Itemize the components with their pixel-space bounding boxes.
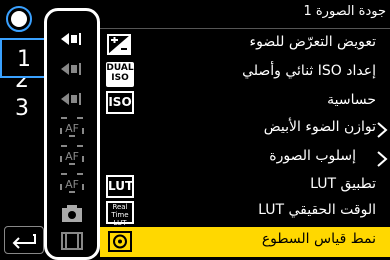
menu-item-white-balance[interactable]: توازن الضوء الأبيض xyxy=(100,115,390,144)
realtime-lut-icon-label: Real Time LUT xyxy=(111,203,129,227)
page-title: جودة الصورة xyxy=(315,4,386,19)
tab-3[interactable]: 3 xyxy=(0,92,44,126)
icon-column: AF AF AF xyxy=(44,8,100,260)
chevron-right-icon xyxy=(377,151,388,167)
menu-item-exposure-comp[interactable]: تعويض التعرّض للضوء xyxy=(100,30,390,59)
menu-item-label: تطبيق LUT xyxy=(310,176,376,192)
menu-item-realtime-lut[interactable]: Real Time LUT الوقت الحقيقي LUT xyxy=(100,198,390,227)
tab-1[interactable]: 1 xyxy=(0,38,46,78)
camera-icon xyxy=(62,205,82,222)
af-icon: AF xyxy=(60,145,84,165)
page-number: 1 xyxy=(303,4,312,19)
menu-item-lut[interactable]: LUT تطبيق LUT xyxy=(100,172,390,201)
menu-item-label: إعداد ISO ثنائي وأصلي xyxy=(242,63,376,79)
tab-rail: 1 2 3 xyxy=(0,0,48,260)
menu-item-dual-iso[interactable]: DUAL ISO إعداد ISO ثنائي وأصلي xyxy=(100,59,390,88)
svg-text:AF: AF xyxy=(65,150,79,163)
metering-icon xyxy=(108,231,132,252)
menu-item-label: حساسية xyxy=(327,92,376,108)
back-button[interactable] xyxy=(4,226,44,254)
exposure-2-icon xyxy=(61,63,81,75)
menu-header: 1 جودة الصورة xyxy=(303,4,386,26)
af-icon: AF xyxy=(60,173,84,193)
menu-item-label: نمط قياس السطوع xyxy=(261,231,376,247)
svg-text:AF: AF xyxy=(65,122,79,135)
camera-mode-icon[interactable] xyxy=(4,4,34,34)
return-icon xyxy=(12,234,36,249)
realtime-lut-icon: Real Time LUT xyxy=(106,201,134,227)
menu-item-iso[interactable]: ISO حساسية xyxy=(100,88,390,117)
chevron-right-icon xyxy=(377,122,388,138)
menu-item-label: الوقت الحقيقي LUT xyxy=(258,202,376,218)
exposure-1-icon xyxy=(61,33,81,45)
menu-item-picture-style[interactable]: إسلوب الصورة xyxy=(100,144,390,173)
exposure-comp-icon xyxy=(107,34,131,55)
menu-item-label: توازن الضوء الأبيض xyxy=(263,119,376,135)
exposure-3-icon xyxy=(61,93,81,105)
menu-item-label: إسلوب الصورة xyxy=(269,148,356,164)
film-icon xyxy=(61,232,83,250)
lut-icon: LUT xyxy=(106,175,134,198)
header-divider xyxy=(100,28,390,29)
dual-iso-icon: DUAL ISO xyxy=(106,62,134,87)
menu-item-metering[interactable]: نمط قياس السطوع xyxy=(100,227,390,257)
svg-text:AF: AF xyxy=(65,178,79,191)
menu-item-label: تعويض التعرّض للضوء xyxy=(249,34,376,50)
iso-icon: ISO xyxy=(106,91,134,114)
af-icon: AF xyxy=(60,117,84,137)
